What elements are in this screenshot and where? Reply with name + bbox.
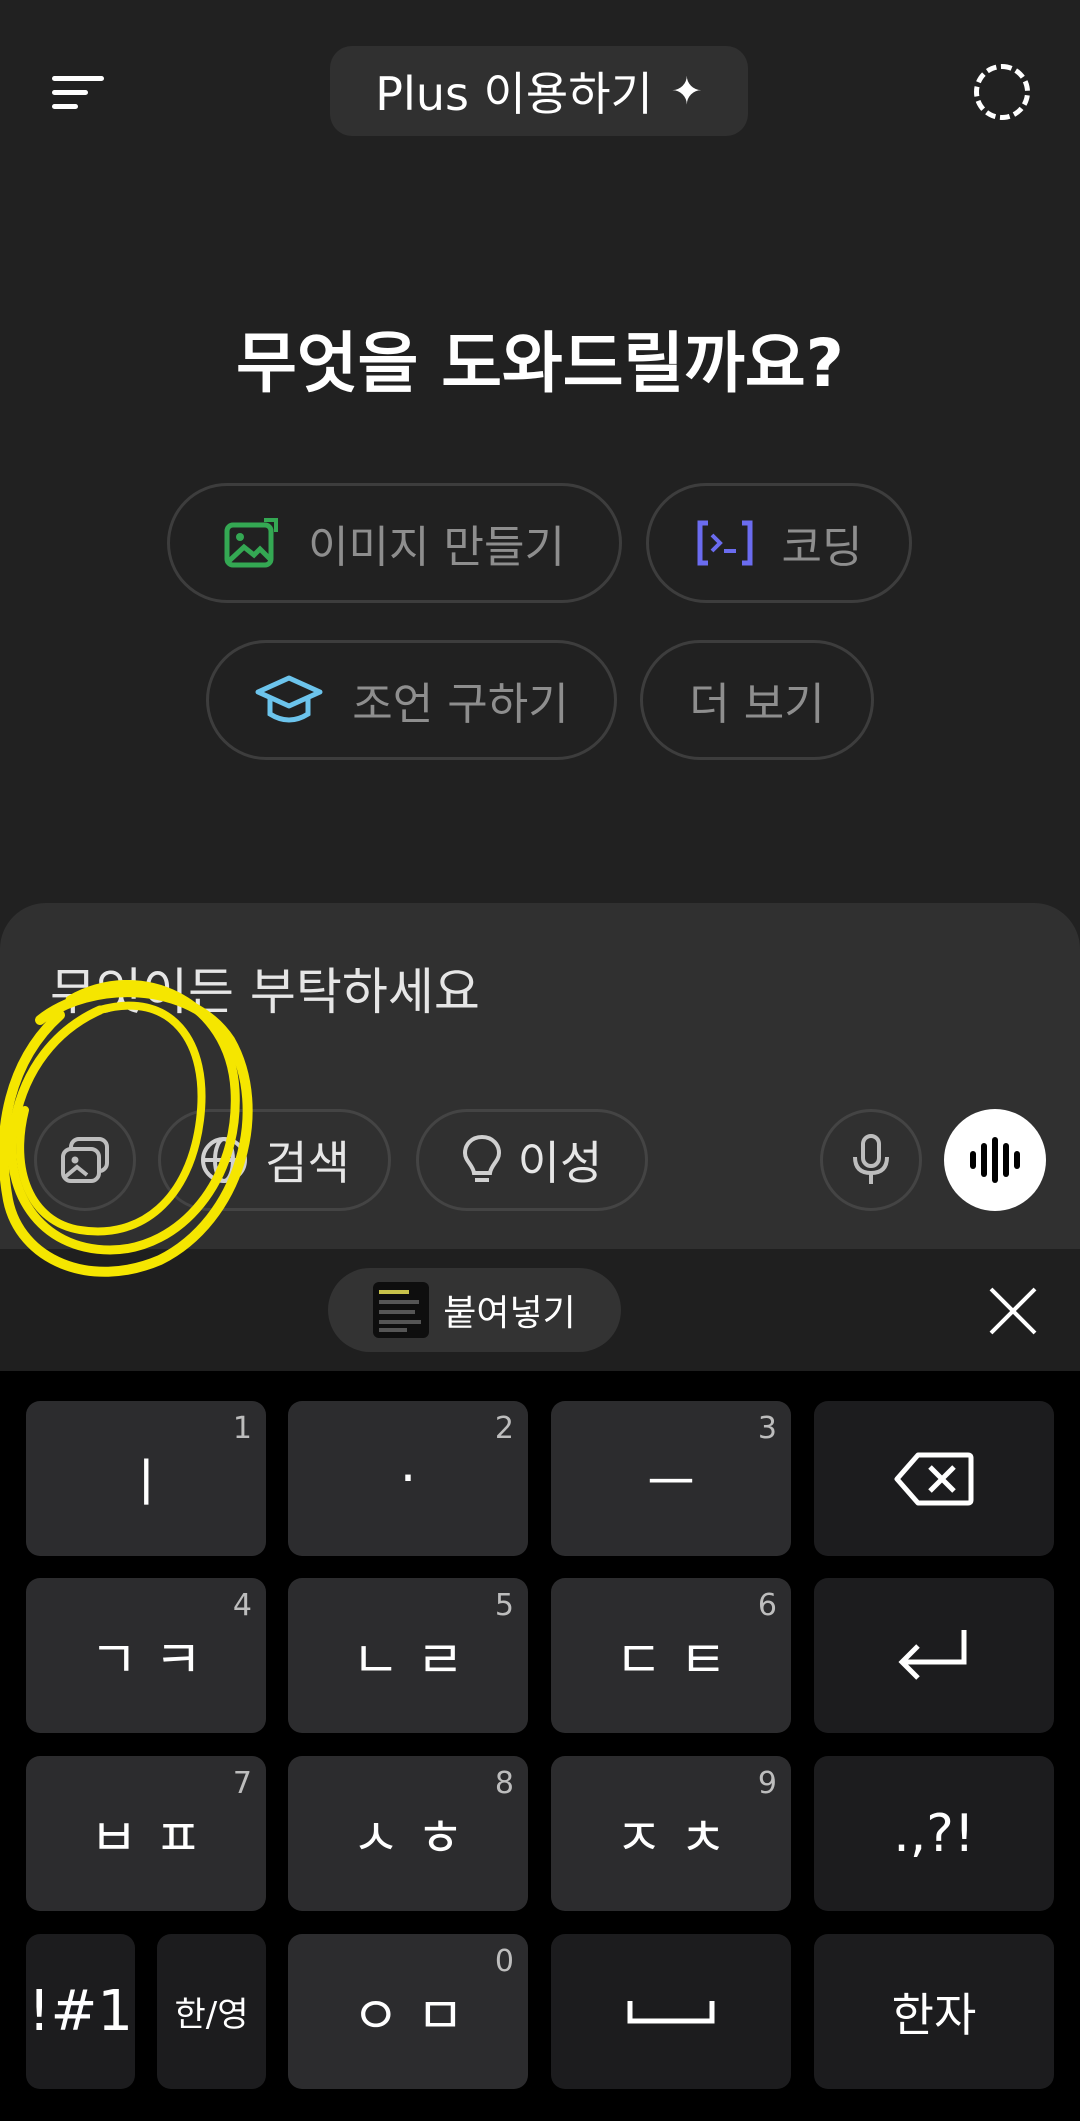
key-label: ㅂ ㅍ	[89, 1809, 203, 1869]
key-language-switch[interactable]: 한/영	[157, 1934, 266, 2089]
key-number: 0	[494, 1944, 514, 1979]
space-icon	[627, 2000, 715, 2023]
key-number: 6	[757, 1588, 777, 1623]
suggestion-label: 코딩	[781, 522, 863, 573]
search-label: 검색	[265, 1136, 350, 1190]
key-label: !#1	[28, 1979, 133, 2044]
suggestion-more[interactable]: 더 보기	[640, 640, 874, 760]
reason-button[interactable]: 이성	[416, 1109, 648, 1211]
key-digeut-tieut[interactable]: ㄷ ㅌ 6	[551, 1578, 791, 1733]
key-label: ㅡ	[647, 1454, 695, 1514]
key-vowel-i[interactable]: ㅣ 1	[26, 1401, 266, 1556]
key-punctuation[interactable]: .,?!	[814, 1756, 1054, 1911]
lightbulb-icon	[462, 1134, 501, 1182]
key-jieut-chieut[interactable]: ㅈ ㅊ 9	[551, 1756, 791, 1911]
suggestion-label: 이미지 만들기	[308, 522, 565, 573]
image-create-icon	[224, 518, 279, 568]
message-input[interactable]: 무엇이든 부탁하세요	[50, 952, 480, 1024]
menu-icon[interactable]	[52, 72, 108, 112]
waveform-icon	[970, 1137, 1020, 1183]
key-label: ·	[399, 1448, 417, 1509]
key-symbols[interactable]: !#1	[26, 1934, 135, 2089]
key-number: 7	[232, 1766, 252, 1801]
sparkle-icon: ✦	[670, 69, 703, 113]
key-number: 1	[232, 1411, 252, 1446]
suggestion-label: 더 보기	[689, 679, 825, 730]
paste-label: 붙여넣기	[443, 1293, 576, 1334]
search-button[interactable]: 검색	[158, 1109, 391, 1211]
key-vowel-eu[interactable]: ㅡ 3	[551, 1401, 791, 1556]
plus-upgrade-button[interactable]: Plus 이용하기 ✦	[330, 46, 748, 136]
close-icon[interactable]	[986, 1284, 1040, 1338]
key-enter[interactable]	[814, 1578, 1054, 1733]
reason-label: 이성	[517, 1136, 603, 1190]
microphone-icon	[853, 1134, 889, 1184]
clipboard-thumbnail	[373, 1282, 430, 1338]
key-space[interactable]	[551, 1934, 791, 2089]
microphone-button[interactable]	[820, 1109, 922, 1211]
key-backspace[interactable]	[814, 1401, 1054, 1556]
key-label: 한/영	[174, 1995, 249, 2035]
globe-icon	[201, 1137, 248, 1183]
plus-upgrade-label: Plus 이용하기	[375, 67, 653, 121]
key-hanja[interactable]: 한자	[814, 1934, 1054, 2089]
suggestion-coding[interactable]: 코딩	[646, 483, 912, 603]
key-bieup-pieup[interactable]: ㅂ ㅍ 7	[26, 1756, 266, 1911]
key-label: .,?!	[893, 1803, 975, 1864]
key-label: ㅅ ㅎ	[351, 1809, 465, 1869]
enter-icon	[898, 1629, 967, 1680]
suggestion-label: 조언 구하기	[352, 679, 569, 730]
graduation-cap-icon	[255, 675, 323, 723]
key-label: ㄱ ㅋ	[89, 1631, 203, 1691]
key-nieun-rieul[interactable]: ㄴ ㄹ 5	[288, 1578, 528, 1733]
temporary-chat-icon[interactable]	[974, 64, 1030, 120]
key-number: 4	[232, 1588, 252, 1623]
key-label: ㅈ ㅊ	[614, 1809, 728, 1869]
page-title: 무엇을 도와드릴까요?	[236, 325, 844, 402]
key-vowel-dot[interactable]: · 2	[288, 1401, 528, 1556]
attach-button[interactable]	[34, 1109, 136, 1211]
key-number: 9	[757, 1766, 777, 1801]
key-number: 2	[494, 1411, 514, 1446]
suggestion-create-image[interactable]: 이미지 만들기	[167, 483, 622, 603]
key-label: 한자	[891, 1987, 977, 2042]
key-siot-hieut[interactable]: ㅅ ㅎ 8	[288, 1756, 528, 1911]
key-label: ㅣ	[122, 1454, 170, 1514]
key-label: ㄷ ㅌ	[614, 1631, 728, 1691]
key-number: 8	[494, 1766, 514, 1801]
code-icon	[697, 520, 753, 566]
key-number: 5	[494, 1588, 514, 1623]
key-number: 3	[757, 1411, 777, 1446]
gallery-icon	[61, 1137, 109, 1183]
key-ieung-mieum[interactable]: ㅇ ㅁ 0	[288, 1934, 528, 2089]
key-label: ㅇ ㅁ	[351, 1987, 465, 2047]
voice-mode-button[interactable]	[944, 1109, 1046, 1211]
backspace-icon	[894, 1452, 974, 1505]
key-giyeok-kieuk[interactable]: ㄱ ㅋ 4	[26, 1578, 266, 1733]
paste-button[interactable]: 붙여넣기	[328, 1268, 621, 1352]
key-label: ㄴ ㄹ	[351, 1631, 465, 1691]
suggestion-get-advice[interactable]: 조언 구하기	[206, 640, 617, 760]
